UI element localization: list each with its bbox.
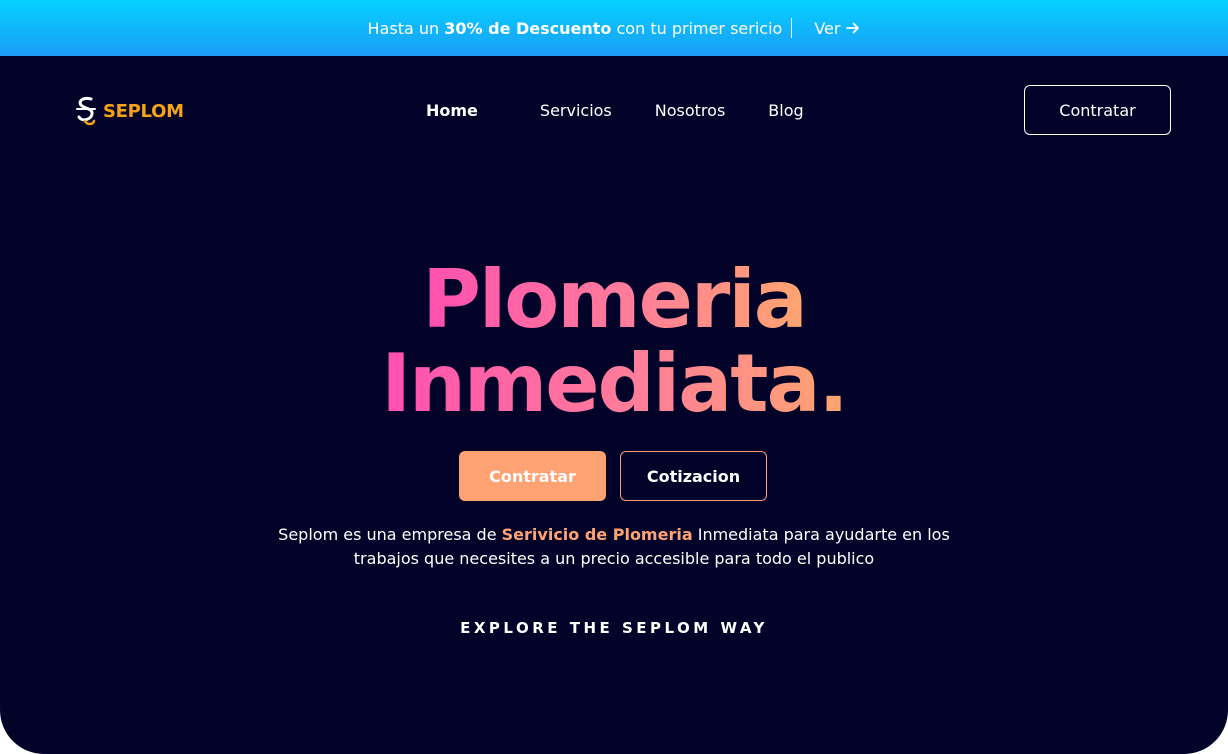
nav-item-nosotros[interactable]: Nosotros xyxy=(655,101,726,120)
arrow-right-icon xyxy=(846,22,860,34)
desc-suffix: Inmediata para ayudarte en los xyxy=(697,525,950,544)
nav-item-blog[interactable]: Blog xyxy=(768,101,803,120)
hero-title-line1: Plomeria xyxy=(422,253,807,346)
promo-divider xyxy=(791,18,793,38)
brand-name: SEPLOM xyxy=(103,100,184,122)
desc-highlight: Serivicio de Plomeria xyxy=(501,525,693,544)
nav-hire-button[interactable]: Contratar xyxy=(1024,85,1171,135)
hero-title-line2: Inmediata. xyxy=(381,337,849,430)
hero-hire-button[interactable]: Contratar xyxy=(459,451,606,501)
nav-item-home[interactable]: Home xyxy=(426,101,478,120)
hero-description: Seplom es una empresa de Serivicio de Pl… xyxy=(0,523,1228,571)
hero-quote-button[interactable]: Cotizacion xyxy=(620,451,767,501)
landing-page: Hasta un 30% de Descuento con tu primer … xyxy=(0,0,1228,754)
seplom-logo-icon xyxy=(76,97,96,126)
desc-line2: trabajos que necesites a un precio acces… xyxy=(353,549,875,568)
promo-text-prefix: Hasta un xyxy=(367,18,440,38)
brand-logo[interactable]: SEPLOM xyxy=(73,95,184,127)
promo-view-label: Ver xyxy=(814,18,841,38)
hero-actions: Contratar Cotizacion xyxy=(459,451,767,501)
main-nav: SEPLOM Home Servicios Nosotros Blog Cont… xyxy=(0,85,1228,135)
explore-link[interactable]: EXPLORE THE SEPLOM WAY xyxy=(0,619,1228,637)
promo-text: Hasta un 30% de Descuento con tu primer … xyxy=(368,19,783,38)
promo-banner: Hasta un 30% de Descuento con tu primer … xyxy=(0,0,1228,56)
promo-highlight: 30% de Descuento xyxy=(444,18,612,38)
promo-view-link[interactable]: Ver xyxy=(814,19,860,38)
nav-item-servicios[interactable]: Servicios xyxy=(540,101,612,120)
desc-prefix: Seplom es una empresa de xyxy=(278,525,497,544)
promo-text-suffix: con tu primer sericio xyxy=(616,18,783,38)
nav-menu: Home Servicios Nosotros Blog xyxy=(426,101,804,120)
hero-title: Plomeria Inmediata. xyxy=(0,258,1228,426)
